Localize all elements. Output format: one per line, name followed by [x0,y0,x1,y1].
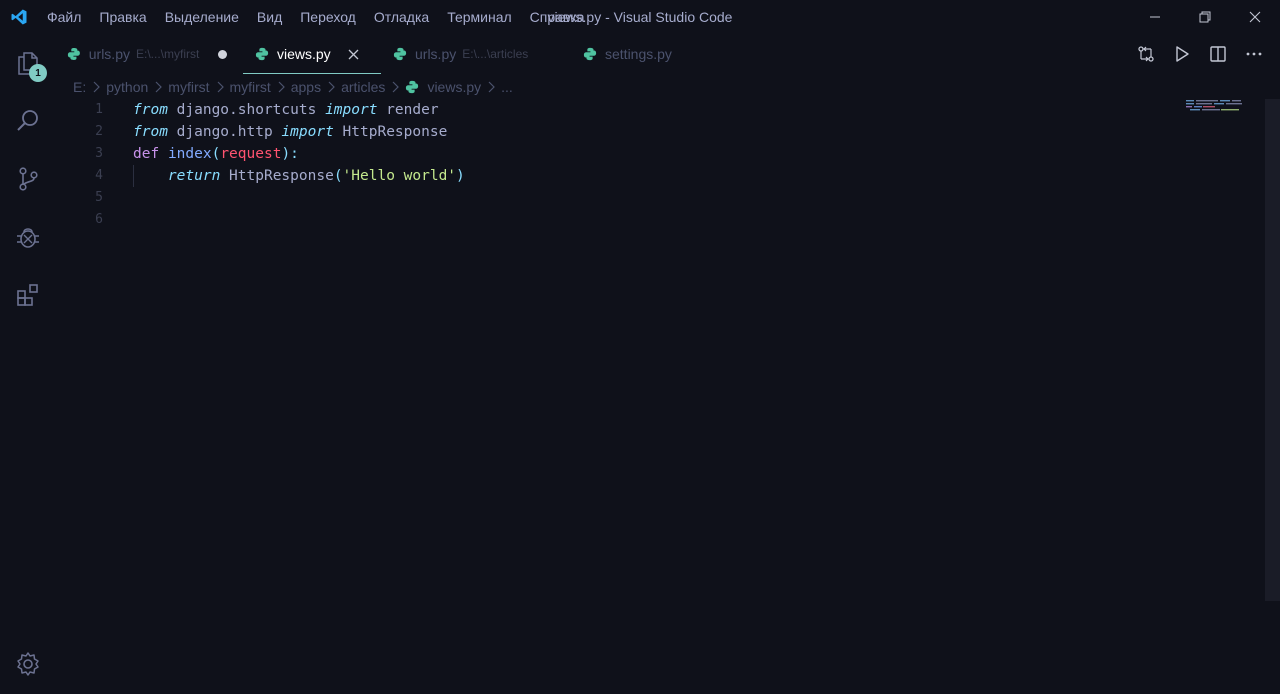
close-icon [1249,11,1261,23]
code-line: 5 [55,187,1265,209]
line-number: 5 [95,190,103,205]
chevron-right-icon [327,81,335,93]
close-icon [348,49,359,59]
run-button[interactable] [1164,34,1200,74]
manage-button[interactable] [0,640,55,688]
ellipsis-icon [1246,52,1262,56]
code-content [103,187,133,209]
vscode-logo-icon [0,0,38,34]
menu-selection[interactable]: Выделение [156,0,248,34]
menu-file[interactable]: Файл [38,0,90,34]
breadcrumb-item[interactable]: myfirst [168,79,209,95]
breadcrumb-item[interactable]: E: [73,79,86,95]
code-editor[interactable]: 1 from django.shortcuts import render 2 … [55,99,1265,694]
window-controls [1130,0,1280,34]
split-editor-icon [1210,46,1226,62]
restore-icon [1199,11,1211,23]
tab-urls-articles[interactable]: urls.py E:\...\articles [381,34,571,74]
breadcrumb-item[interactable]: myfirst [230,79,271,95]
chevron-right-icon [277,81,285,93]
line-number: 1 [95,102,103,117]
menu-terminal[interactable]: Терминал [438,0,520,34]
chevron-right-icon [92,81,101,93]
activity-bar: 1 [0,34,55,694]
python-file-icon [255,47,269,61]
search-icon [16,110,38,131]
search-button[interactable] [0,92,55,150]
bug-icon [16,228,39,248]
tab-description: E:\...\myfirst [135,47,200,61]
unsaved-indicator[interactable] [213,49,231,59]
dirty-dot-icon [217,49,227,59]
split-editor-button[interactable] [1200,34,1236,74]
line-number: 6 [95,212,103,227]
code-content: return HttpResponse('Hello world') [167,168,465,184]
tab-label: urls.py [415,46,457,62]
close-window-button[interactable] [1230,0,1280,34]
tab-settings[interactable]: settings.py [571,34,721,74]
breadcrumb-symbols[interactable]: ... [501,79,513,95]
code-content: from django.http import HttpResponse [133,124,448,140]
extensions-icon [16,284,38,306]
tab-bar: urls.py E:\...\myfirst views.py urls.py … [55,34,1280,74]
breadcrumb-item[interactable]: articles [341,79,385,95]
breadcrumb-file[interactable]: views.py [405,79,481,95]
python-file-icon [67,47,80,61]
python-file-icon [406,80,419,94]
gear-icon [16,652,39,676]
close-tab-button[interactable] [345,49,363,60]
title-bar: Файл Правка Выделение Вид Переход Отладк… [0,0,1280,34]
menu-go[interactable]: Переход [291,0,365,34]
breadcrumb-item[interactable]: apps [291,79,321,95]
minimap-preview [1186,100,1242,111]
explorer-badge: 1 [29,64,47,82]
minimize-button[interactable] [1130,0,1180,34]
breadcrumb: E: python myfirst myfirst apps articles … [55,74,1280,100]
code-line: 4 return HttpResponse('Hello world') [55,165,1265,187]
compare-changes-icon [1138,46,1154,62]
tab-description: E:\...\articles [462,47,529,61]
restore-button[interactable] [1180,0,1230,34]
code-line: 3 def index(request): [55,143,1265,165]
menu-view[interactable]: Вид [248,0,291,34]
tab-label: settings.py [605,46,672,62]
line-number: 2 [95,124,103,139]
code-content [103,209,133,231]
debug-button[interactable] [0,208,55,266]
breadcrumb-item[interactable]: python [106,79,148,95]
source-control-icon [18,167,38,191]
chevron-right-icon [216,81,224,93]
line-number: 3 [95,146,103,161]
menu-help[interactable]: Справка [521,0,594,34]
menu-bar: Файл Правка Выделение Вид Переход Отладк… [38,0,594,34]
tab-label: urls.py [88,46,130,62]
code-content: def index(request): [133,146,299,162]
python-file-icon [393,47,407,61]
tab-label: views.py [277,46,331,62]
line-number: 4 [95,168,103,183]
open-changes-button[interactable] [1128,34,1164,74]
code-line: 1 from django.shortcuts import render [55,99,1265,121]
editor-actions [1128,34,1272,74]
tab-views[interactable]: views.py [243,34,381,74]
vertical-scrollbar[interactable] [1265,99,1280,601]
code-line: 6 [55,209,1265,231]
menu-debug[interactable]: Отладка [365,0,438,34]
tab-urls-myfirst[interactable]: urls.py E:\...\myfirst [55,34,243,74]
chevron-right-icon [487,81,495,93]
chevron-right-icon [154,81,163,93]
code-content: from django.shortcuts import render [133,102,439,118]
extensions-button[interactable] [0,266,55,324]
source-control-button[interactable] [0,150,55,208]
python-file-icon [583,47,597,61]
more-actions-button[interactable] [1236,34,1272,74]
minimize-icon [1150,16,1160,18]
chevron-right-icon [391,81,400,93]
code-line: 2 from django.http import HttpResponse [55,121,1265,143]
play-icon [1176,46,1189,62]
menu-edit[interactable]: Правка [90,0,155,34]
explorer-button[interactable]: 1 [0,34,55,92]
minimap[interactable] [1185,99,1245,119]
breadcrumb-file-label: views.py [427,79,482,95]
